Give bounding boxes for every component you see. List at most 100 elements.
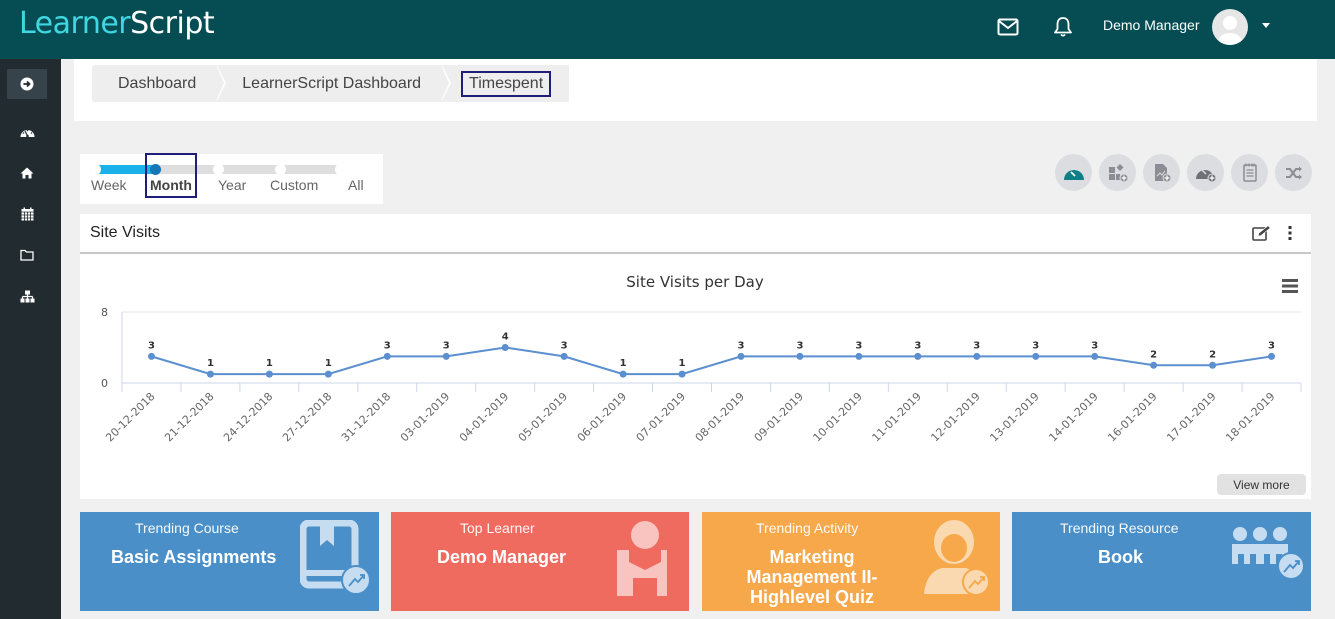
data-point (1091, 352, 1099, 360)
logo[interactable]: LearnerScript (19, 6, 215, 41)
x-tick-label: 14-01-2019 (1046, 390, 1100, 444)
range-option-month[interactable]: Month (150, 177, 192, 193)
data-label: 3 (384, 340, 391, 351)
tile-trending-course[interactable]: Trending Course Basic Assignments (80, 512, 379, 611)
more-options-icon[interactable] (1287, 225, 1293, 246)
x-tick-label: 06-01-2019 (575, 390, 629, 444)
x-tick-label: 17-01-2019 (1164, 390, 1218, 444)
range-handle-all[interactable] (335, 164, 346, 175)
data-label: 1 (266, 358, 273, 369)
tile-trending-activity[interactable]: Trending Activity Marketing Management I… (702, 512, 1000, 611)
x-tick-label: 27-12-2018 (280, 390, 334, 444)
data-label: 3 (148, 340, 155, 351)
mail-icon[interactable] (995, 14, 1021, 40)
breadcrumb-dashboard[interactable]: Dashboard (92, 65, 227, 102)
book-trend-icon (299, 519, 372, 601)
dashboard-gauge-icon (20, 129, 34, 138)
data-point (737, 352, 745, 360)
x-tick-label: 16-01-2019 (1105, 390, 1159, 444)
x-tick-label: 24-12-2018 (221, 390, 275, 444)
series-line (151, 346, 1272, 376)
x-tick-label: 04-01-2019 (457, 390, 511, 444)
logo-part-learner: Learner (19, 6, 131, 41)
calendar-icon (21, 207, 33, 221)
data-label: 1 (679, 358, 686, 369)
range-handle-week[interactable] (90, 164, 101, 175)
tile-label: Trending Course (135, 520, 239, 536)
tile-trending-resource[interactable]: Trending Resource Book (1012, 512, 1311, 611)
arrow-circle-right-icon (20, 77, 34, 91)
notes-button[interactable] (1231, 154, 1268, 191)
tile-value: Book (1098, 547, 1143, 567)
sidebar-item-dashboard[interactable] (7, 117, 47, 147)
x-tick-label: 13-01-2019 (987, 390, 1041, 444)
data-point (619, 370, 627, 378)
range-handle-custom[interactable] (275, 164, 286, 175)
view-more-button[interactable]: View more (1217, 474, 1306, 495)
data-label: 2 (1209, 349, 1216, 360)
breadcrumb: Dashboard LearnerScript Dashboard Timesp… (92, 65, 570, 102)
range-option-all[interactable]: All (348, 177, 364, 193)
edit-icon[interactable] (1252, 225, 1272, 247)
sidebar-item-folder[interactable] (7, 240, 47, 270)
data-point (442, 352, 450, 360)
tile-label: Trending Resource (1060, 520, 1179, 536)
site-visits-card: Site Visits Site Visits per Day 0 8 20-12-… (80, 214, 1311, 499)
tile-value: Demo Manager (437, 547, 567, 567)
user-trend-icon (922, 520, 992, 601)
data-label: 1 (620, 358, 627, 369)
x-tick-label: 05-01-2019 (516, 390, 570, 444)
folder-icon (20, 249, 34, 261)
learner-icon (615, 520, 667, 601)
x-tick-label: 07-01-2019 (634, 390, 688, 444)
data-label: 3 (737, 340, 744, 351)
sidebar-item-sitemap[interactable] (7, 281, 47, 311)
logo-part-script: Script (130, 6, 215, 41)
range-handle-month[interactable] (150, 164, 161, 175)
notes-icon (1242, 163, 1257, 182)
caret-down-icon[interactable] (1262, 23, 1270, 28)
bell-icon[interactable] (1050, 14, 1076, 40)
data-point (324, 370, 332, 378)
data-point (560, 352, 568, 360)
data-label: 4 (502, 332, 509, 343)
chart-menu-icon[interactable] (1282, 279, 1298, 293)
breadcrumb-learnerscript-dashboard[interactable]: LearnerScript Dashboard (216, 65, 451, 102)
tile-top-learner[interactable]: Top Learner Demo Manager (391, 512, 689, 611)
sidebar-item-calendar[interactable] (7, 199, 47, 229)
sidebar-item-expand[interactable] (7, 69, 47, 99)
shuffle-icon (1285, 166, 1302, 179)
breadcrumb-label: Timespent (461, 70, 552, 97)
dashboard-button[interactable] (1055, 154, 1092, 191)
data-point (973, 352, 981, 360)
x-tick-label: 20-12-2018 (103, 390, 157, 444)
sidebar-item-home[interactable] (7, 158, 47, 188)
data-point (1268, 352, 1276, 360)
range-option-week[interactable]: Week (91, 177, 127, 193)
add-dashboard-button[interactable] (1187, 154, 1224, 191)
dashboard-icon (1063, 169, 1084, 180)
range-handle-year[interactable] (213, 164, 224, 175)
data-point (383, 352, 391, 360)
x-tick-label: 12-01-2019 (928, 390, 982, 444)
data-point (265, 370, 273, 378)
date-range-slider[interactable]: Week Month Year Custom All (80, 154, 383, 204)
add-report-button[interactable] (1143, 154, 1180, 191)
range-option-year[interactable]: Year (218, 177, 246, 193)
add-widget-button[interactable] (1099, 154, 1136, 191)
user-name[interactable]: Demo Manager (1103, 17, 1200, 33)
x-tick-label: 11-01-2019 (870, 390, 924, 444)
x-tick-label: 09-01-2019 (752, 390, 806, 444)
card-title: Site Visits (90, 224, 160, 241)
data-label: 3 (796, 340, 803, 351)
avatar[interactable] (1212, 9, 1248, 45)
site-visits-chart: Site Visits per Day 0 8 20-12-2018 21-12-20… (101, 273, 1302, 444)
data-point (501, 344, 509, 351)
data-label: 3 (1268, 340, 1275, 351)
range-option-custom[interactable]: Custom (270, 177, 318, 193)
breadcrumb-label: Dashboard (118, 74, 197, 92)
breadcrumb-timespent[interactable]: Timespent (441, 65, 570, 102)
breadcrumb-label: LearnerScript Dashboard (242, 74, 422, 92)
tile-value: Marketing Management II-Highlevel Quiz (746, 547, 878, 607)
shuffle-button[interactable] (1275, 154, 1312, 191)
